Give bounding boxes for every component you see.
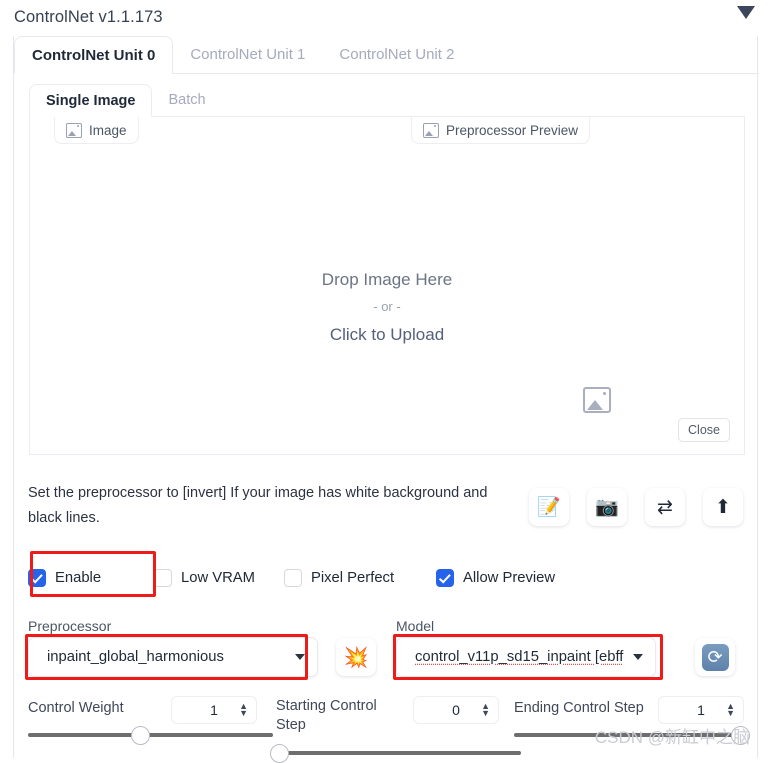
tool-buttons: 📝 📷 ⇄ ⬆ (529, 488, 743, 526)
starting-control-step-label: Starting Control Step (276, 697, 384, 735)
starting-control-step-stepper[interactable]: ▲ ▼ (481, 703, 490, 717)
controlnet-panel: ControlNet v1.1.173 ControlNet Unit 0 Co… (0, 0, 768, 760)
tab-controlnet-unit-2[interactable]: ControlNet Unit 2 (322, 35, 471, 73)
tab-label: Batch (168, 92, 205, 108)
control-weight-label: Control Weight (28, 699, 178, 718)
checkbox-allow-preview[interactable]: Allow Preview (436, 569, 555, 587)
preprocessor-preview-chip[interactable]: Preprocessor Preview (411, 117, 590, 144)
preview-image-placeholder-icon (583, 387, 611, 413)
tab-batch[interactable]: Batch (152, 83, 221, 116)
close-button[interactable]: Close (678, 418, 730, 442)
checkbox-allow-preview-label: Allow Preview (463, 570, 555, 586)
close-button-label: Close (688, 423, 720, 437)
edit-memo-icon[interactable]: 📝 (529, 488, 569, 526)
preprocessor-label: Preprocessor (28, 618, 111, 634)
refresh-icon: ⟳ (702, 644, 729, 671)
edit-memo-glyph: 📝 (537, 498, 561, 517)
tab-single-image[interactable]: Single Image (29, 84, 152, 117)
preprocessor-hint: Set the preprocessor to [invert] If your… (28, 481, 518, 531)
preprocessor-dropdown[interactable]: inpaint_global_harmonious (28, 637, 318, 677)
checkbox-pixel-perfect[interactable]: Pixel Perfect (284, 569, 436, 587)
watermark: CSDN @新缸中之脑 (595, 723, 750, 748)
tab-label: Single Image (46, 93, 135, 109)
image-chip[interactable]: Image (54, 117, 139, 144)
image-placeholder-icon (66, 123, 82, 138)
caret-down-icon[interactable] (737, 6, 755, 19)
accordion-header[interactable]: ControlNet v1.1.173 (0, 0, 768, 34)
checkbox-pixel-perfect-label: Pixel Perfect (311, 570, 394, 586)
explosion-icon[interactable]: 💥 (336, 638, 376, 676)
control-weight-slider-track[interactable] (28, 733, 273, 737)
image-placeholder-icon (423, 123, 439, 138)
starting-control-step-slider-thumb[interactable] (270, 744, 289, 763)
source-tabbar: Single Image Batch (29, 84, 745, 117)
tab-controlnet-unit-1[interactable]: ControlNet Unit 1 (173, 35, 322, 73)
image-drop-area[interactable]: Image Preprocessor Preview Drop Image He… (29, 117, 745, 455)
checkbox-pixel-perfect-box[interactable] (284, 569, 302, 587)
control-weight-stepper[interactable]: ▲ ▼ (239, 703, 248, 717)
model-label: Model (396, 618, 434, 634)
starting-control-step-value: 0 (452, 702, 460, 718)
tab-controlnet-unit-0[interactable]: ControlNet Unit 0 (14, 36, 173, 74)
page-title: ControlNet v1.1.173 (14, 8, 163, 27)
click-to-upload-text[interactable]: Click to Upload (30, 320, 744, 349)
drop-or-text: - or - (30, 294, 744, 320)
model-dropdown[interactable]: control_v11p_sd15_inpaint [ebff (396, 637, 656, 677)
chevron-down-icon (295, 654, 305, 660)
checkbox-enable[interactable]: Enable (28, 569, 154, 587)
checkbox-low-vram-label: Low VRAM (181, 570, 255, 586)
drop-image-here-text: Drop Image Here (30, 265, 744, 294)
ending-control-step-stepper[interactable]: ▲ ▼ (726, 703, 735, 717)
refresh-glyph: ⟳ (707, 648, 722, 666)
model-value: control_v11p_sd15_inpaint [ebff (415, 649, 627, 665)
checkbox-low-vram[interactable]: Low VRAM (154, 569, 284, 587)
tab-label: ControlNet Unit 0 (32, 47, 155, 64)
ending-control-step-label: Ending Control Step (514, 699, 659, 718)
preview-chip-label: Preprocessor Preview (446, 123, 578, 138)
ending-control-step-numberbox[interactable]: 1 ▲ ▼ (658, 696, 744, 724)
checkbox-allow-preview-box[interactable] (436, 569, 454, 587)
chevron-down-icon (633, 654, 643, 660)
send-up-glyph: ⬆ (715, 498, 731, 517)
control-weight-slider-thumb[interactable] (131, 726, 150, 745)
explosion-glyph: 💥 (344, 645, 369, 670)
drop-instructions: Drop Image Here - or - Click to Upload (30, 265, 744, 349)
control-weight-value: 1 (210, 702, 218, 718)
send-up-icon[interactable]: ⬆ (703, 488, 743, 526)
swap-arrows-glyph: ⇄ (657, 498, 673, 517)
preprocessor-value: inpaint_global_harmonious (47, 649, 289, 665)
swap-arrows-icon[interactable]: ⇄ (645, 488, 685, 526)
checkbox-low-vram-box[interactable] (154, 569, 172, 587)
options-row: Enable Low VRAM Pixel Perfect Allow Prev… (28, 560, 555, 596)
unit-tabbar: ControlNet Unit 0 ControlNet Unit 1 Cont… (14, 36, 759, 74)
tab-label: ControlNet Unit 2 (339, 46, 454, 63)
starting-control-step-numberbox[interactable]: 0 ▲ ▼ (413, 696, 499, 724)
checkbox-enable-label: Enable (55, 570, 101, 586)
camera-glyph: 📷 (595, 498, 619, 517)
starting-control-step-slider-track[interactable] (276, 751, 521, 755)
image-chip-label: Image (89, 123, 127, 138)
ending-control-step-value: 1 (697, 702, 705, 718)
control-weight-numberbox[interactable]: 1 ▲ ▼ (171, 696, 257, 724)
camera-icon[interactable]: 📷 (587, 488, 627, 526)
refresh-models-button[interactable]: ⟳ (695, 638, 735, 676)
unit-panel: ControlNet Unit 0 ControlNet Unit 1 Cont… (13, 36, 758, 758)
checkbox-enable-box[interactable] (28, 569, 46, 587)
tab-label: ControlNet Unit 1 (190, 46, 305, 63)
